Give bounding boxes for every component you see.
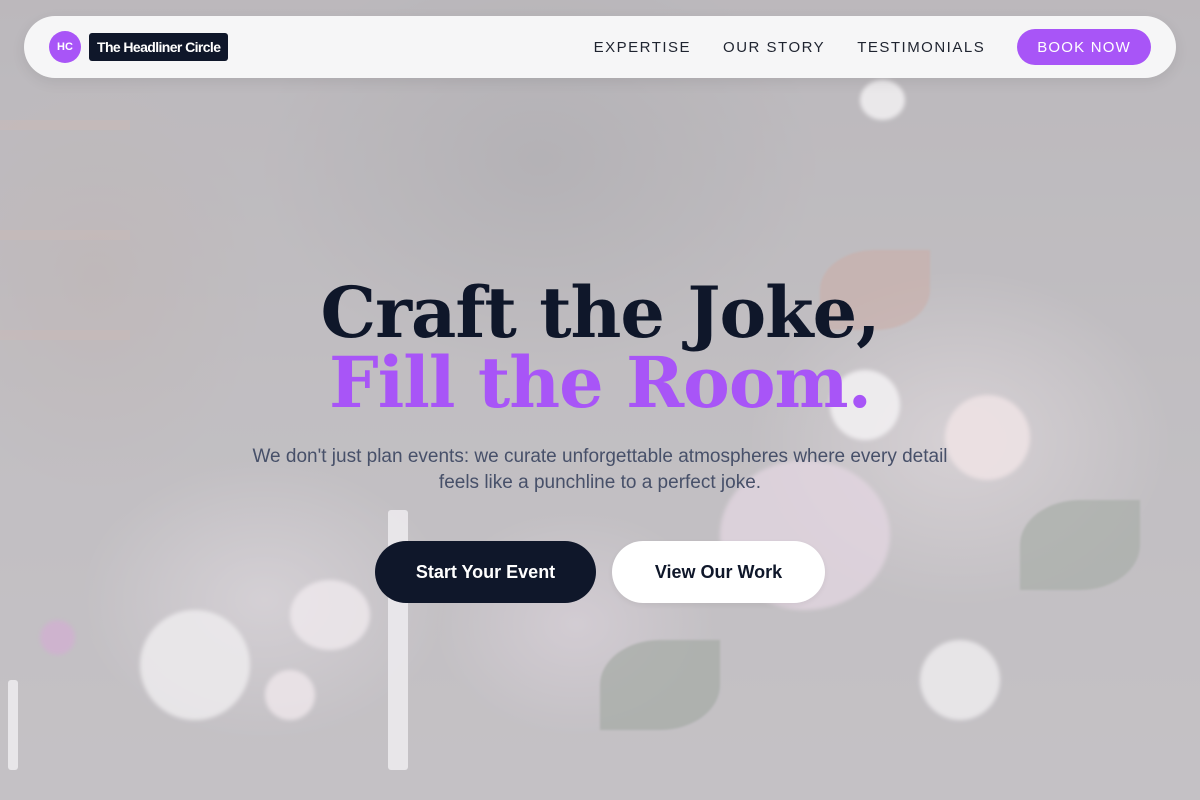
logo-badge[interactable]: HC (49, 31, 81, 63)
hero-section: Craft the Joke, Fill the Room. We don't … (0, 278, 1200, 496)
nav-link-expertise[interactable]: EXPERTISE (594, 39, 691, 56)
hero-cta-row: Start Your Event View Our Work (0, 541, 1200, 603)
view-work-button[interactable]: View Our Work (612, 541, 825, 603)
start-event-button[interactable]: Start Your Event (375, 541, 596, 603)
nav-link-our-story[interactable]: OUR STORY (723, 39, 825, 56)
hero-headline-line1: Craft the Joke, (320, 271, 880, 354)
hero-subtitle: We don't just plan events: we curate unf… (252, 446, 948, 493)
top-navbar: HC The Headliner Circle EXPERTISE OUR ST… (24, 16, 1176, 78)
brand-name[interactable]: The Headliner Circle (89, 33, 229, 61)
book-now-button[interactable]: BOOK NOW (1017, 29, 1151, 65)
hero-headline-line2: Fill the Room. (329, 341, 872, 424)
nav-link-testimonials[interactable]: TESTIMONIALS (857, 39, 985, 56)
nav-links: EXPERTISE OUR STORY TESTIMONIALS BOOK NO… (594, 29, 1151, 65)
